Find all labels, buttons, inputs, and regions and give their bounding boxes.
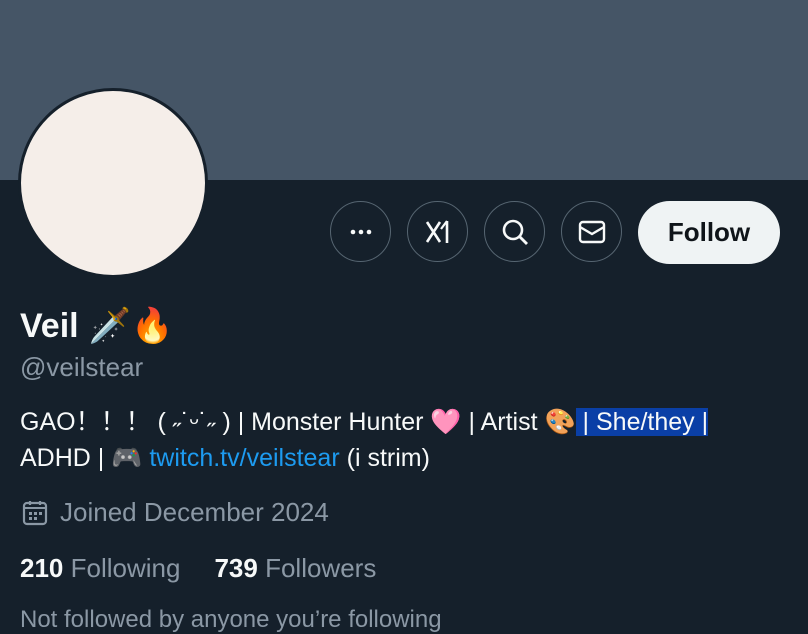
bio-text-2: | Artist: [461, 408, 545, 436]
message-icon: [578, 220, 605, 243]
calendar-icon: [22, 500, 48, 525]
dagger-emoji: 🗡️: [88, 307, 131, 345]
more-icon: [350, 229, 371, 234]
avatar[interactable]: [18, 88, 208, 278]
following-link[interactable]: 210 Following: [20, 553, 180, 584]
bio-text-4: (i strim): [339, 444, 430, 472]
profile-bio: GAO！！！ ( ˶˙ᵕ˙˶ ) | Monster Hunter 🩷 | Ar…: [20, 404, 790, 476]
not-followed-note: Not followed by anyone you’re following: [20, 606, 442, 633]
profile-handle: @veilstear: [20, 352, 144, 382]
palette-emoji: 🎨: [544, 408, 576, 436]
heart-emoji: 🩷: [430, 408, 462, 436]
more-button[interactable]: [330, 201, 391, 262]
joined-text: Joined December 2024: [60, 497, 329, 527]
followers-count: 739: [214, 553, 258, 583]
following-label: Following: [70, 553, 181, 583]
fire-emoji: 🔥: [130, 307, 174, 345]
controller-emoji: 🎮: [111, 444, 143, 472]
follow-button[interactable]: Follow: [638, 201, 780, 264]
followers-label: Followers: [265, 553, 377, 583]
message-button[interactable]: [561, 201, 622, 262]
grok-button[interactable]: [407, 201, 468, 262]
following-count: 210: [20, 553, 64, 583]
search-button[interactable]: [484, 201, 545, 262]
grok-icon: [425, 219, 448, 243]
joined-date: Joined December 2024: [20, 497, 329, 528]
twitch-link[interactable]: twitch.tv/veilstear: [149, 444, 339, 472]
bio-text-1: GAO！！！ ( ˶˙ᵕ˙˶ ) | Monster Hunter: [20, 408, 431, 436]
search-icon: [502, 219, 528, 245]
followers-link[interactable]: 739 Followers: [214, 553, 376, 584]
profile-name: Veil: [20, 306, 79, 345]
bio-text-3: ADHD |: [20, 444, 112, 472]
follow-stats: 210 Following 739 Followers: [20, 553, 376, 584]
profile-name-row: Veil 🗡️ 🔥: [20, 306, 173, 346]
bio-selected-text: | She/they |: [575, 408, 709, 436]
